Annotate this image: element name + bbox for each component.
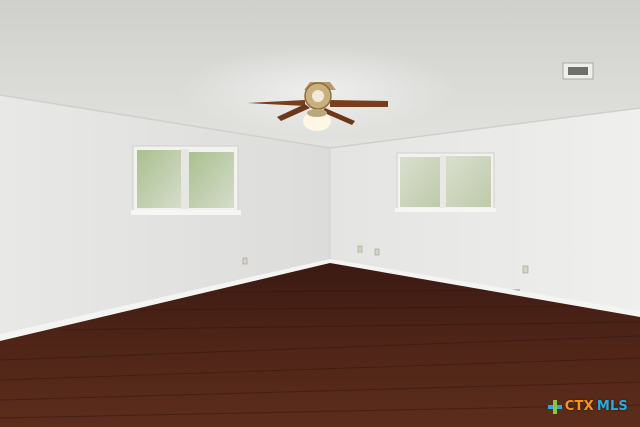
electrical-outlet-icon [522,265,529,274]
left-window [131,145,241,215]
room-illustration [0,0,640,427]
right-window [395,152,496,212]
electrical-outlet-icon [374,248,380,256]
watermark-brand-ctx: CTX [564,399,594,414]
watermark-brand-mls: MLS [596,399,628,414]
mls-cross-icon [547,399,562,414]
ceiling-vent-icon [562,62,594,80]
room-photo: CTX MLS [0,0,640,427]
electrical-outlet-icon [357,245,363,253]
watermark-logo: CTX MLS [547,399,628,414]
electrical-outlet-icon [242,257,248,265]
